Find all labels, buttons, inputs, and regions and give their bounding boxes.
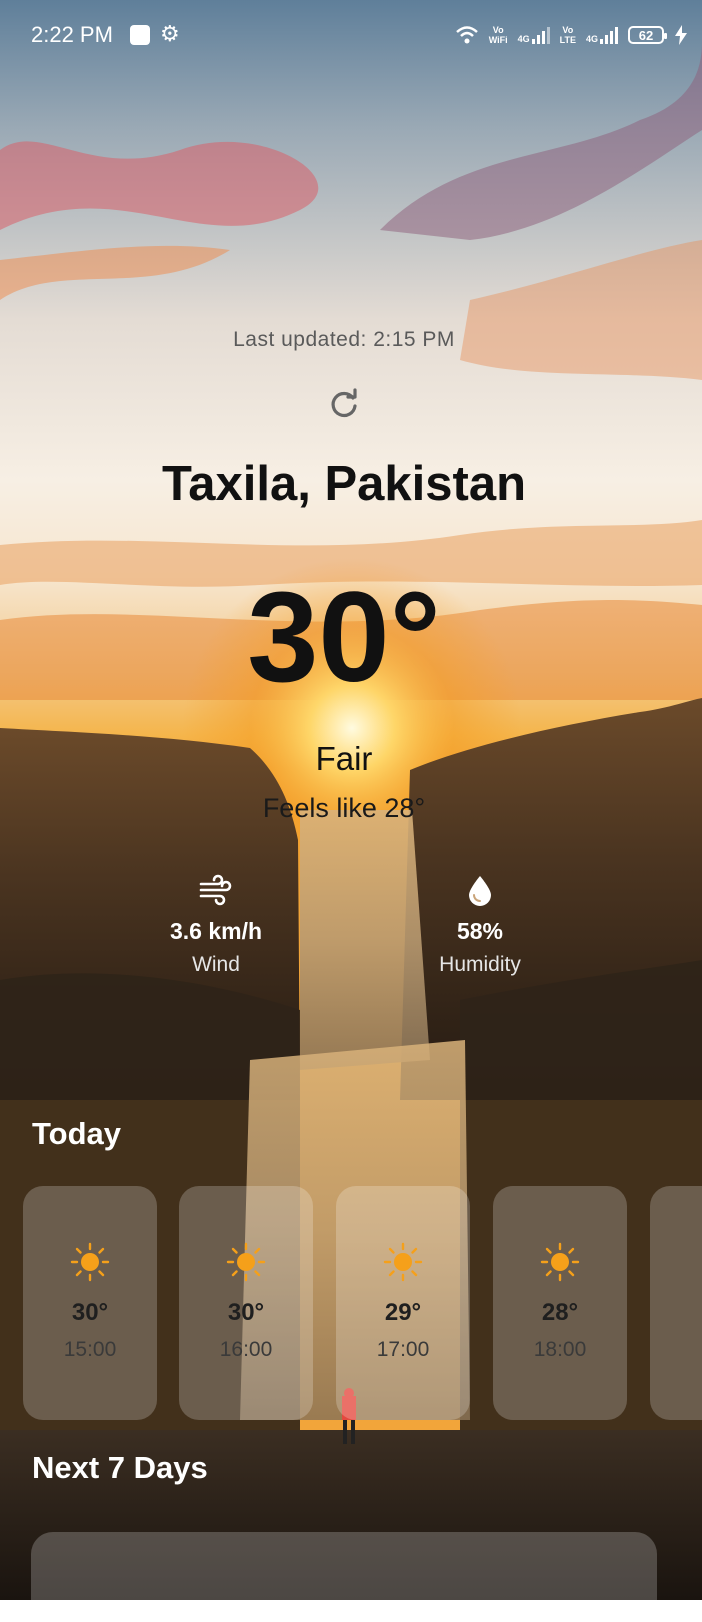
signal-bars-icon bbox=[531, 26, 550, 44]
current-temperature: 30° bbox=[247, 566, 441, 709]
hour-card-partial[interactable] bbox=[650, 1186, 702, 1420]
last-updated-text: Last updated: 2:15 PM bbox=[233, 328, 455, 351]
next-days-section-title: Next 7 Days bbox=[32, 1450, 208, 1485]
wind-icon bbox=[199, 874, 232, 906]
hour-card[interactable]: 30° 15:00 bbox=[23, 1186, 157, 1420]
today-section-title: Today bbox=[32, 1116, 121, 1151]
hour-temperature: 30° bbox=[71, 1299, 109, 1326]
volte-label: Vo LTE bbox=[559, 25, 576, 45]
weather-condition: Fair bbox=[315, 740, 373, 777]
sun-icon bbox=[540, 1242, 580, 1282]
daily-forecast-card[interactable] bbox=[31, 1532, 657, 1622]
sun-icon bbox=[226, 1242, 266, 1282]
hour-temperature: 30° bbox=[227, 1299, 265, 1326]
hour-card[interactable]: 29° 17:00 bbox=[336, 1186, 470, 1420]
signal-bars-icon bbox=[600, 26, 618, 44]
battery-icon: 62 bbox=[628, 26, 667, 44]
network-1-signal: 4G bbox=[518, 26, 550, 44]
hour-time: 15:00 bbox=[63, 1338, 117, 1361]
charging-bolt-icon bbox=[675, 25, 687, 45]
sun-icon bbox=[383, 1242, 423, 1282]
hour-temperature: 29° bbox=[384, 1299, 422, 1326]
wind-value: 3.6 km/h bbox=[169, 918, 263, 944]
weather-screen: Last updated: 2:15 PM Taxila, Pakistan 3… bbox=[0, 0, 702, 1622]
humidity-stat: 58% Humidity bbox=[380, 872, 580, 977]
notification-square-icon bbox=[130, 25, 150, 45]
network-2-signal: 4G bbox=[586, 26, 618, 44]
city-name: Taxila, Pakistan bbox=[161, 457, 527, 511]
water-drop-icon bbox=[469, 876, 491, 906]
hour-time: 17:00 bbox=[376, 1338, 430, 1361]
humidity-label: Humidity bbox=[439, 953, 521, 976]
status-time: 2:22 PM bbox=[31, 22, 113, 47]
wind-stat: 3.6 km/h Wind bbox=[116, 872, 316, 977]
hour-card[interactable]: 28° 18:00 bbox=[493, 1186, 627, 1420]
humidity-value: 58% bbox=[456, 918, 504, 944]
settings-gear-icon: ⚙ bbox=[160, 21, 180, 46]
status-indicators: Vo WiFi 4G Vo LTE 4G 62 bbox=[455, 21, 688, 49]
hour-temperature: 28° bbox=[541, 1299, 579, 1326]
sun-icon bbox=[70, 1242, 110, 1282]
hourly-forecast-list[interactable]: 30° 15:00 30° 16:00 29° 17:00 28° 18:00 bbox=[23, 1186, 702, 1422]
wifi-icon bbox=[455, 26, 478, 44]
hour-time: 18:00 bbox=[533, 1338, 587, 1361]
hour-card[interactable]: 30° 16:00 bbox=[179, 1186, 313, 1420]
wind-label: Wind bbox=[192, 953, 240, 976]
status-bar: 2:22 PM ⚙ Vo WiFi 4G Vo LTE 4G 62 bbox=[0, 0, 702, 72]
refresh-icon[interactable] bbox=[326, 386, 362, 422]
vowifi-label: Vo WiFi bbox=[488, 25, 508, 45]
feels-like-text: Feels like 28° bbox=[262, 793, 426, 823]
hour-time: 16:00 bbox=[219, 1338, 273, 1361]
